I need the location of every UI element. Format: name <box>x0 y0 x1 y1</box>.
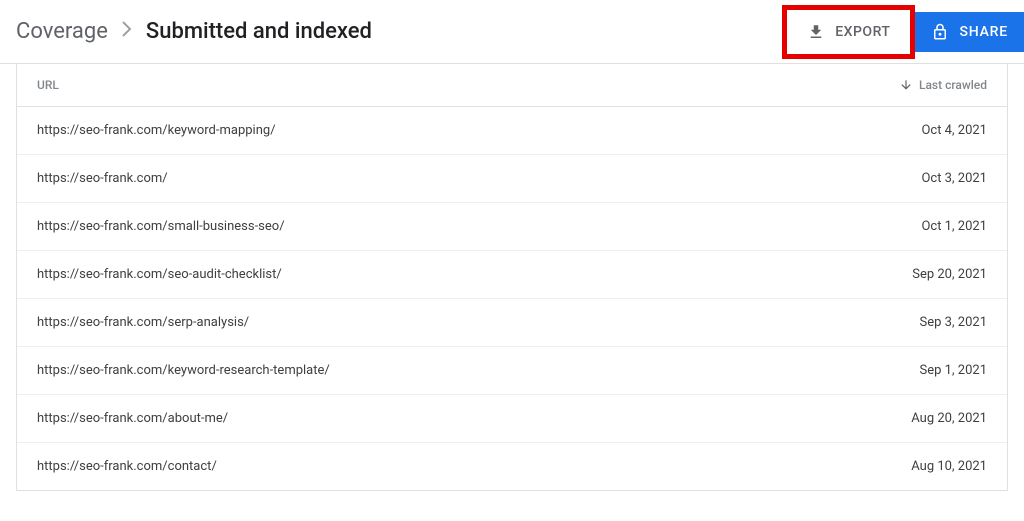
table-row[interactable]: https://seo-frank.com/small-business-seo… <box>17 203 1007 251</box>
table-header: URL Last crawled <box>17 64 1007 107</box>
export-highlight-annotation: EXPORT <box>782 5 915 59</box>
table-row[interactable]: https://seo-frank.com/Oct 3, 2021 <box>17 155 1007 203</box>
lock-icon <box>931 23 949 41</box>
table-row[interactable]: https://seo-frank.com/about-me/Aug 20, 2… <box>17 395 1007 443</box>
row-url: https://seo-frank.com/keyword-mapping/ <box>37 123 921 138</box>
export-button[interactable]: EXPORT <box>789 15 908 49</box>
url-table: URL Last crawled https://seo-frank.com/k… <box>16 64 1008 491</box>
row-url: https://seo-frank.com/serp-analysis/ <box>37 315 920 330</box>
row-date: Oct 1, 2021 <box>921 219 987 234</box>
share-button[interactable]: SHARE <box>915 12 1024 52</box>
row-url: https://seo-frank.com/contact/ <box>37 459 911 474</box>
column-header-last-crawled[interactable]: Last crawled <box>899 78 987 92</box>
row-date: Oct 3, 2021 <box>921 171 987 186</box>
table-row[interactable]: https://seo-frank.com/keyword-mapping/Oc… <box>17 107 1007 155</box>
breadcrumb-current: Submitted and indexed <box>146 19 372 44</box>
header: Coverage Submitted and indexed EXPORT SH… <box>0 0 1024 64</box>
row-date: Sep 20, 2021 <box>912 267 987 282</box>
row-date: Sep 3, 2021 <box>920 315 987 330</box>
row-url: https://seo-frank.com/seo-audit-checklis… <box>37 267 912 282</box>
row-url: https://seo-frank.com/about-me/ <box>37 411 911 426</box>
table-row[interactable]: https://seo-frank.com/seo-audit-checklis… <box>17 251 1007 299</box>
header-actions: EXPORT SHARE <box>782 5 1024 59</box>
breadcrumb: Coverage Submitted and indexed <box>16 19 372 44</box>
export-label: EXPORT <box>835 24 890 40</box>
share-label: SHARE <box>959 24 1008 40</box>
row-date: Oct 4, 2021 <box>921 123 987 138</box>
table-row[interactable]: https://seo-frank.com/serp-analysis/Sep … <box>17 299 1007 347</box>
download-icon <box>807 23 825 41</box>
row-url: https://seo-frank.com/small-business-seo… <box>37 219 921 234</box>
row-date: Aug 20, 2021 <box>911 411 987 426</box>
arrow-down-icon <box>899 78 913 92</box>
breadcrumb-parent[interactable]: Coverage <box>16 19 108 44</box>
table-body: https://seo-frank.com/keyword-mapping/Oc… <box>17 107 1007 490</box>
crawled-label: Last crawled <box>919 78 987 92</box>
row-date: Aug 10, 2021 <box>911 459 987 474</box>
table-row[interactable]: https://seo-frank.com/keyword-research-t… <box>17 347 1007 395</box>
column-header-url[interactable]: URL <box>37 78 899 92</box>
row-url: https://seo-frank.com/keyword-research-t… <box>37 363 920 378</box>
row-date: Sep 1, 2021 <box>920 363 987 378</box>
chevron-right-icon <box>122 21 132 42</box>
table-row[interactable]: https://seo-frank.com/contact/Aug 10, 20… <box>17 443 1007 490</box>
row-url: https://seo-frank.com/ <box>37 171 921 186</box>
